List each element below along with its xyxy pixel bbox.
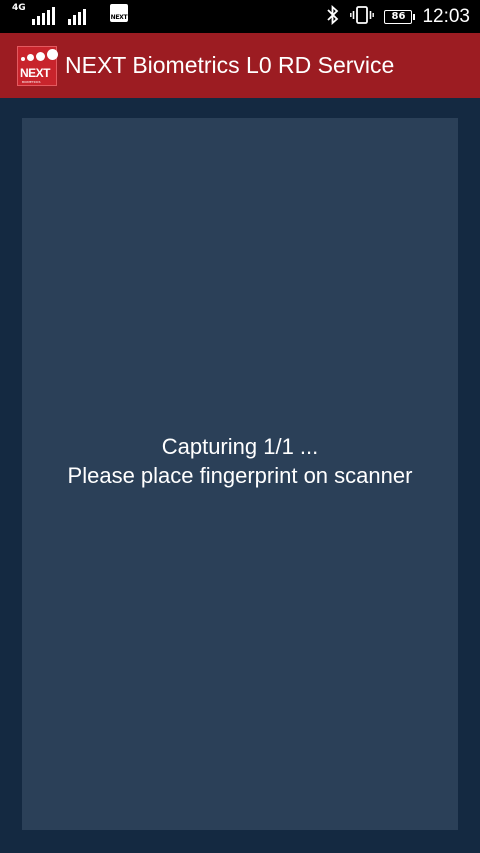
capture-instruction-text: Please place fingerprint on scanner — [67, 463, 413, 488]
signal-strength-icon — [31, 7, 62, 25]
battery-icon: 86 — [384, 9, 416, 24]
next-notification-label: NEXT — [110, 14, 128, 21]
network-type-label: 4G — [12, 3, 26, 13]
signal-strength-2-icon — [67, 7, 90, 25]
logo-wordmark: NEXT — [20, 66, 51, 80]
battery-level: 86 — [391, 11, 406, 22]
capture-message: Capturing 1/1 ... Please place fingerpri… — [22, 432, 458, 490]
logo-subtext: BIOMETRICS — [22, 80, 41, 84]
status-bar: 4G NEXT 86 12:03 — [0, 0, 480, 33]
bluetooth-icon — [326, 4, 340, 29]
app-title: NEXT Biometrics L0 RD Service — [65, 52, 395, 78]
status-clock: 12:03 — [422, 5, 470, 27]
capture-panel: Capturing 1/1 ... Please place fingerpri… — [22, 118, 458, 830]
status-right-group: 86 12:03 — [326, 0, 470, 33]
next-biometrics-logo: NEXT BIOMETRICS — [17, 46, 58, 86]
capture-status-text: Capturing 1/1 ... — [161, 434, 319, 459]
next-notification-icon: NEXT — [109, 4, 128, 22]
status-left-group: 4G NEXT — [12, 4, 128, 25]
app-bar: NEXT BIOMETRICS NEXT Biometrics L0 RD Se… — [0, 33, 480, 98]
vibrate-icon — [350, 5, 375, 29]
